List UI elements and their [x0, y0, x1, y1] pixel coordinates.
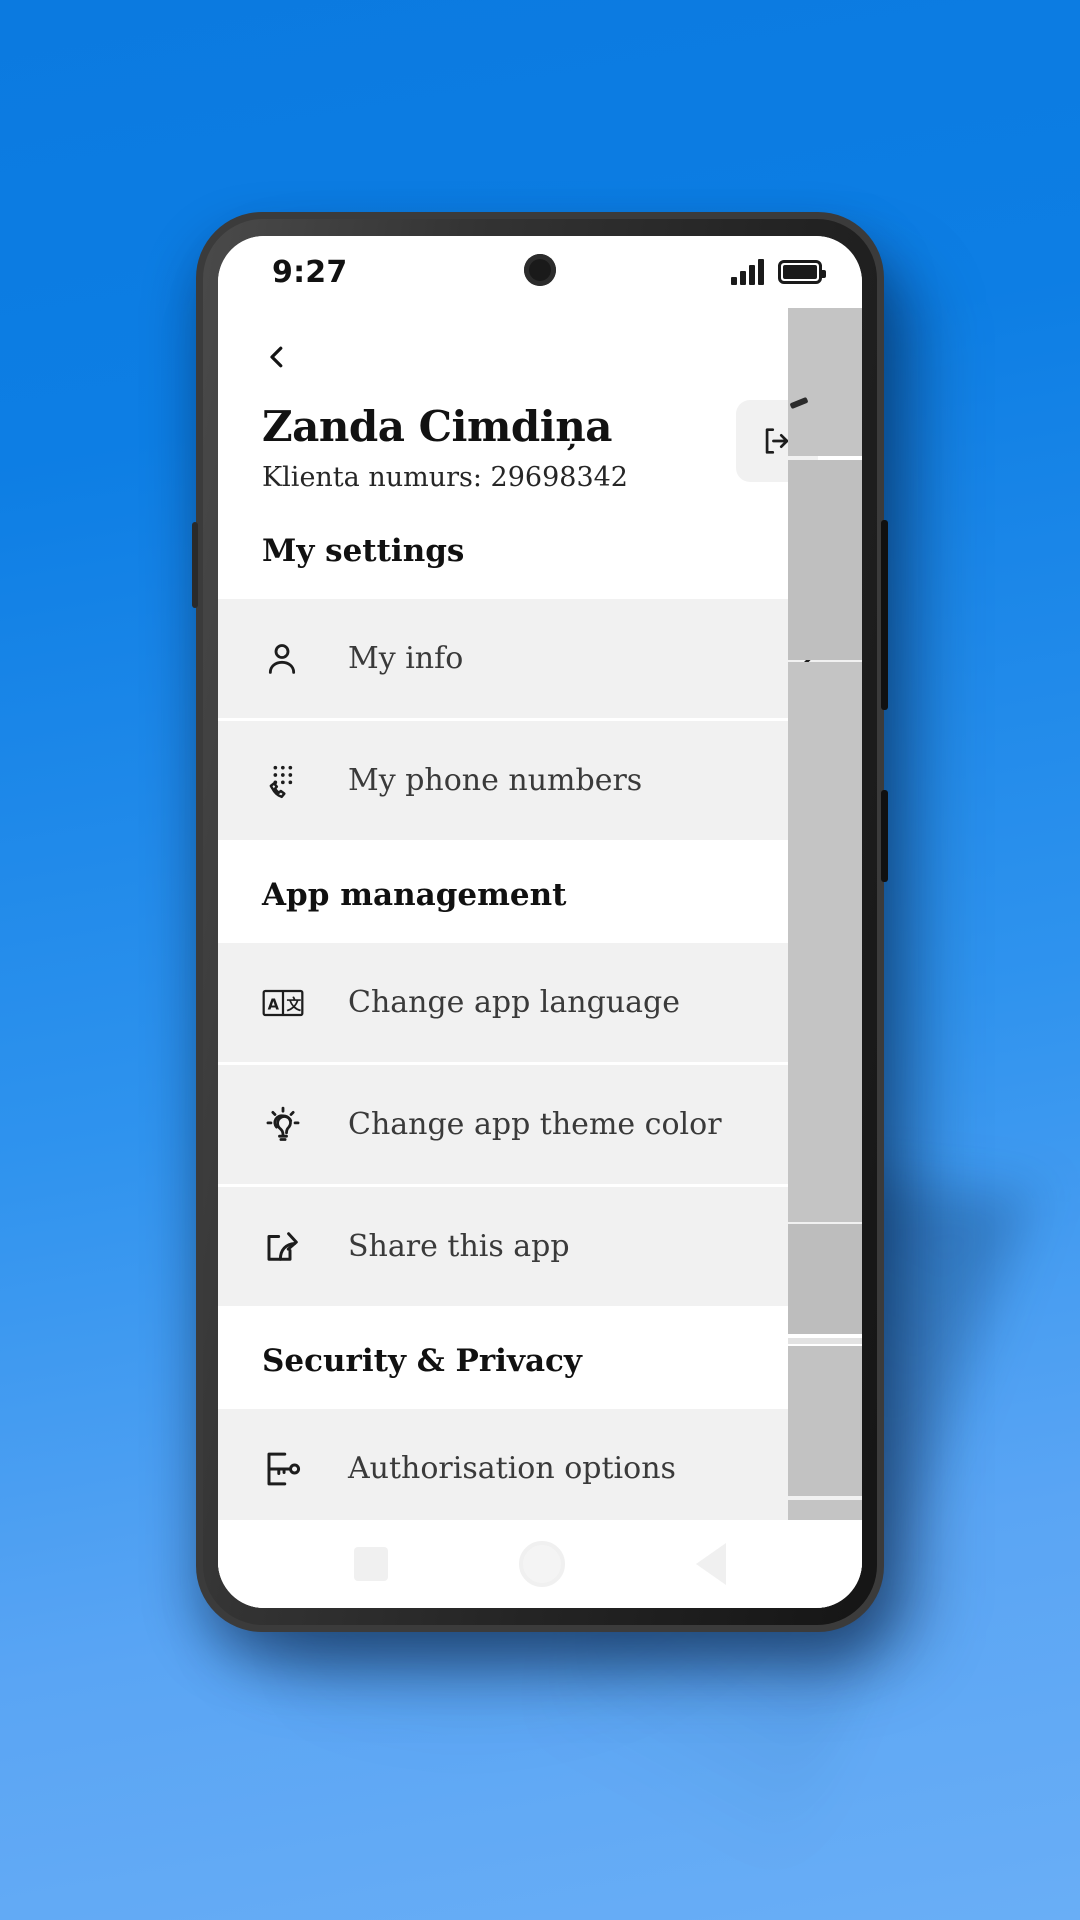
chevron-right-icon — [800, 1115, 811, 1134]
circle-home-icon[interactable] — [518, 1541, 565, 1587]
dialpad-phone-icon — [262, 761, 316, 801]
share-icon — [262, 1226, 316, 1268]
front-camera-punch-hole-icon — [524, 254, 556, 286]
list-item-label: Change app language — [348, 985, 680, 1021]
app-content: Zanda Cimdiņa Klienta numurs: 29698342 M… — [218, 308, 862, 1608]
android-navigation-bar — [218, 1520, 862, 1608]
translate-icon: A 文 — [262, 985, 316, 1021]
list-item-change-app-theme-color[interactable]: Change app theme color — [218, 1065, 862, 1188]
status-bar-clock: 9:27 — [272, 254, 348, 290]
profile-text-block: Zanda Cimdiņa Klienta numurs: 29698342 — [262, 400, 628, 493]
list-item-share-this-app[interactable]: Share this app — [218, 1187, 862, 1310]
profile-header: Zanda Cimdiņa Klienta numurs: 29698342 — [218, 382, 862, 499]
svg-text:文: 文 — [287, 995, 302, 1013]
wallpaper-stage: 9:27 Zanda Cimdiņa Klienta numurs: 29698… — [0, 0, 1080, 1920]
phone-screen: 9:27 Zanda Cimdiņa Klienta numurs: 29698… — [218, 236, 862, 1608]
profile-name: Zanda Cimdiņa — [262, 402, 613, 451]
back-button[interactable] — [262, 342, 818, 372]
lightbulb-icon — [262, 1104, 316, 1146]
list-item-label: My phone numbers — [348, 763, 643, 799]
logout-icon — [765, 428, 789, 454]
section-title-security-privacy: Security & Privacy — [218, 1309, 862, 1410]
status-bar: 9:27 — [218, 236, 862, 308]
svg-text:A: A — [268, 996, 280, 1013]
chevron-left-icon — [270, 346, 283, 368]
volume-button[interactable] — [881, 520, 888, 710]
logout-button[interactable] — [736, 400, 818, 482]
power-button[interactable] — [881, 790, 888, 882]
key-door-icon — [262, 1448, 316, 1490]
battery-full-icon — [778, 260, 826, 284]
chevron-right-icon — [800, 1237, 811, 1256]
person-icon — [262, 639, 316, 679]
list-item-my-info[interactable]: My info — [218, 599, 862, 722]
section-title-my-settings: My settings — [218, 499, 862, 600]
navigation-header — [218, 308, 862, 382]
status-bar-icons — [731, 259, 826, 285]
chevron-right-icon — [800, 649, 811, 668]
phone-device: 9:27 Zanda Cimdiņa Klienta numurs: 29698… — [192, 212, 888, 1632]
list-item-my-phone-numbers[interactable]: My phone numbers — [218, 721, 862, 844]
client-number: Klienta numurs: 29698342 — [262, 462, 628, 494]
triangle-back-icon[interactable] — [696, 1543, 727, 1585]
section-title-app-management: App management — [218, 843, 862, 944]
left-side-button[interactable] — [192, 522, 198, 608]
section-rows-my-settings: My info My phone numbers — [218, 599, 862, 844]
square-recents-icon[interactable] — [353, 1547, 388, 1581]
list-item-label: Share this app — [348, 1229, 570, 1265]
list-item-change-app-language[interactable]: A 文 Change app language — [218, 943, 862, 1066]
section-rows-app-management: A 文 Change app language Change app theme… — [218, 943, 862, 1310]
section-rows-security-privacy: Authorisation options — [218, 1409, 862, 1532]
chevron-right-icon — [800, 1459, 811, 1478]
signal-bars-icon — [731, 259, 764, 285]
chevron-right-icon — [800, 993, 811, 1012]
list-item-label: My info — [348, 641, 464, 677]
list-item-label: Authorisation options — [348, 1451, 676, 1487]
list-item-label: Change app theme color — [348, 1107, 722, 1143]
chevron-right-icon — [800, 771, 811, 790]
list-item-authorisation-options[interactable]: Authorisation options — [218, 1409, 862, 1532]
